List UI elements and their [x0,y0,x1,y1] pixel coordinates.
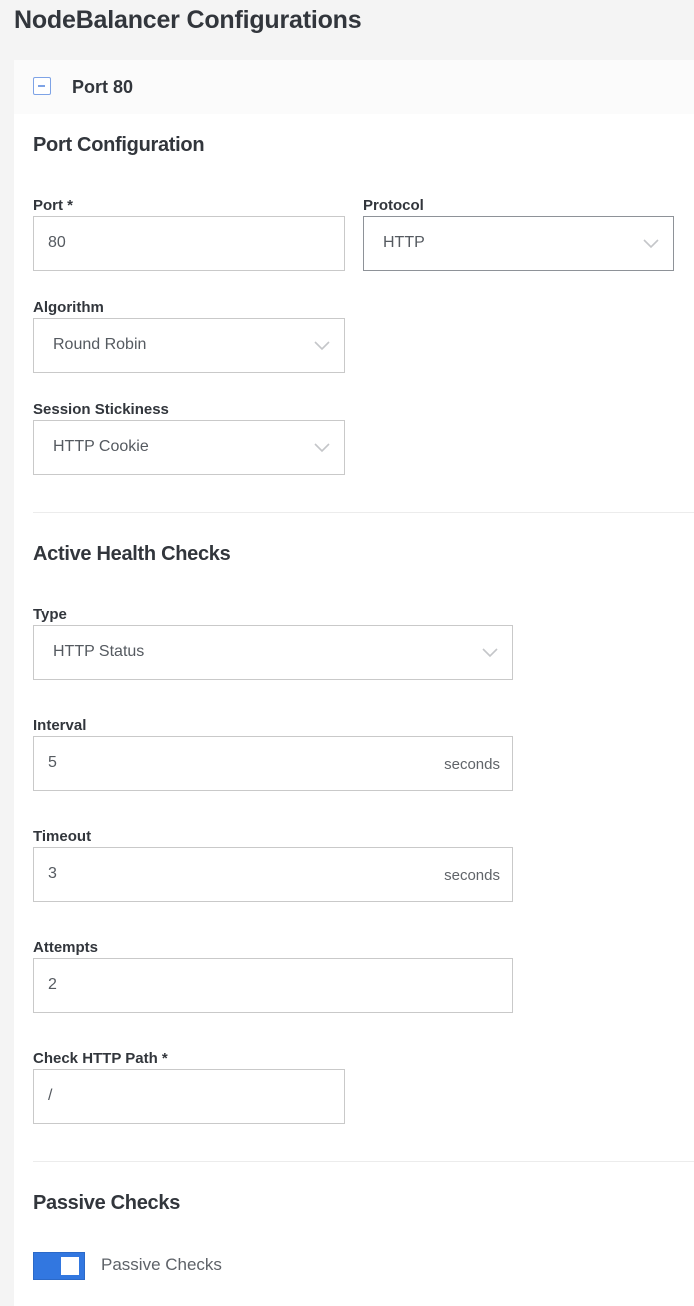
section-title-port-configuration: Port Configuration [33,134,205,156]
health-check-type-select[interactable]: HTTP Status [33,625,513,680]
minus-square-icon[interactable] [33,77,51,95]
algorithm-select[interactable]: Round Robin [33,318,345,373]
timeout-label: Timeout [33,828,92,845]
chevron-down-icon [314,439,330,455]
passive-checks-toggle[interactable] [33,1252,85,1280]
port-panel-header[interactable]: Port 80 [14,60,694,114]
check-path-label: Check HTTP Path * [33,1050,168,1067]
algorithm-label: Algorithm [33,299,104,316]
session-stickiness-select[interactable]: HTTP Cookie [33,420,345,475]
timeout-input[interactable]: 3 seconds [33,847,513,902]
port-value: 80 [48,234,66,251]
port-panel-body: Port Configuration Port * 80 Protocol HT… [14,114,694,1306]
section-divider [33,1161,694,1162]
panel-header-label: Port 80 [72,77,134,97]
interval-value: 5 [48,754,57,771]
timeout-value: 3 [48,865,57,882]
toggle-knob [61,1257,79,1275]
timeout-suffix: seconds [444,867,500,884]
algorithm-value: Round Robin [53,336,147,353]
chevron-down-icon [643,235,659,251]
type-label: Type [33,606,67,623]
session-stickiness-label: Session Stickiness [33,401,169,418]
chevron-down-icon [482,644,498,660]
interval-input[interactable]: 5 seconds [33,736,513,791]
attempts-label: Attempts [33,939,99,956]
session-stickiness-value: HTTP Cookie [53,438,149,455]
protocol-select[interactable]: HTTP [363,216,674,271]
port-input[interactable]: 80 [33,216,345,271]
protocol-value: HTTP [383,234,425,251]
check-path-value: / [48,1087,53,1104]
check-path-input[interactable]: / [33,1069,345,1124]
protocol-label: Protocol [363,197,424,214]
chevron-down-icon [314,337,330,353]
section-title-passive-checks: Passive Checks [33,1192,181,1214]
interval-label: Interval [33,717,87,734]
type-value: HTTP Status [53,643,145,660]
section-divider [33,512,694,513]
port-label: Port * [33,197,74,214]
page-title: NodeBalancer Configurations [14,6,362,34]
passive-checks-toggle-label[interactable]: Passive Checks [101,1255,222,1275]
interval-suffix: seconds [444,756,500,773]
attempts-value: 2 [48,976,57,993]
section-title-active-health-checks: Active Health Checks [33,543,231,565]
attempts-input[interactable]: 2 [33,958,513,1013]
